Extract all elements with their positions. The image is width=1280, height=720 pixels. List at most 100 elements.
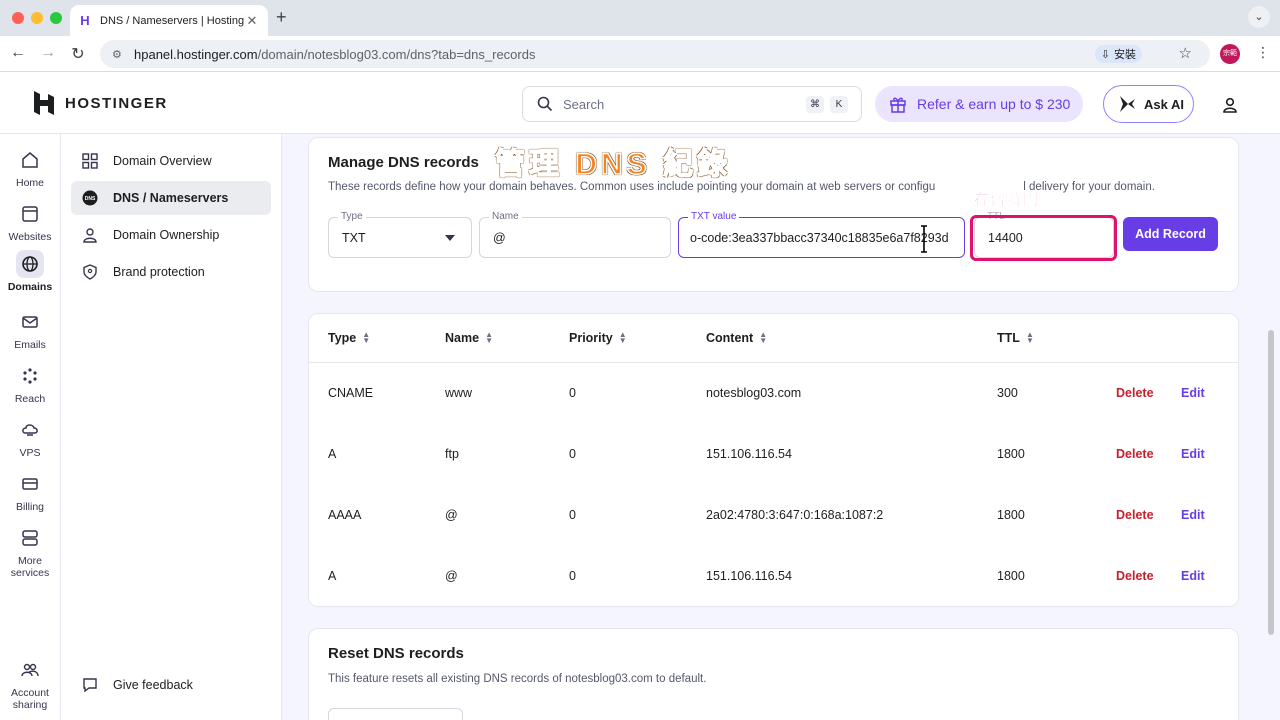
page-scrollbar[interactable] xyxy=(1268,330,1274,635)
logo-text: HOSTINGER xyxy=(65,94,168,112)
search-placeholder: Search xyxy=(563,96,605,112)
sidebar-item-brand-protection[interactable]: Brand protection xyxy=(71,255,271,289)
browser-tab-bar: H DNS / Nameservers | Hostinger ✕ + ⌄ xyxy=(0,0,1280,36)
rail-item-domains[interactable]: Domains xyxy=(0,250,60,293)
edit-record-button[interactable]: Edit xyxy=(1181,447,1205,461)
edit-record-button[interactable]: Edit xyxy=(1181,386,1205,400)
close-tab-icon[interactable]: ✕ xyxy=(244,13,260,29)
reset-dns-button[interactable] xyxy=(328,708,463,720)
sidebar-item-dns-nameservers[interactable]: DNS DNS / Nameservers xyxy=(71,181,271,215)
name-input[interactable]: Name @ xyxy=(479,211,671,258)
refer-earn-button[interactable]: Refer & earn up to $ 230 xyxy=(875,86,1083,122)
domain-sidebar: Domain Overview DNS DNS / Nameservers Do… xyxy=(61,134,282,720)
cell-name: ftp xyxy=(445,447,459,461)
cell-content: 151.106.116.54 xyxy=(706,569,792,583)
sort-icon: ▲ ▼ xyxy=(1025,330,1034,345)
search-icon xyxy=(537,96,553,112)
dns-icon: DNS xyxy=(81,189,99,207)
cell-content: 151.106.116.54 xyxy=(706,447,792,461)
sort-icon: ▲ ▼ xyxy=(485,330,493,345)
tab-search-button[interactable]: ⌄ xyxy=(1248,6,1270,28)
url-host: hpanel.hostinger.com xyxy=(134,46,258,62)
websites-icon xyxy=(16,200,44,228)
rail-item-account-sharing[interactable]: Account sharing xyxy=(0,656,60,711)
url-input[interactable]: ⚙ hpanel.hostinger.com/domain/notesblog0… xyxy=(100,40,1210,68)
ttl-highlight-box xyxy=(970,215,1117,261)
hostinger-logo[interactable]: HOSTINGER xyxy=(33,90,168,116)
annotation-manage-dns: 管理 DNS 紀錄 xyxy=(494,147,732,182)
cell-name: @ xyxy=(445,569,458,583)
back-arrow-icon[interactable]: ← xyxy=(8,44,28,62)
cell-priority: 0 xyxy=(569,386,576,400)
more-services-icon xyxy=(16,524,44,552)
rail-item-billing[interactable]: Billing xyxy=(0,470,60,513)
ask-ai-label: Ask AI xyxy=(1144,96,1184,112)
site-settings-icon[interactable]: ⚙ xyxy=(112,48,124,61)
column-header-type[interactable]: Type ▲ ▼ xyxy=(328,330,371,346)
globe-icon xyxy=(16,250,44,278)
ask-ai-button[interactable]: Ask AI xyxy=(1103,85,1194,123)
account-sharing-icon xyxy=(16,656,44,684)
app-header: HOSTINGER Search ⌘ K Refer & earn up to … xyxy=(0,72,1280,134)
sort-icon: ▲ ▼ xyxy=(362,330,371,345)
rail-item-emails[interactable]: Emails xyxy=(0,308,60,351)
minimize-window-button[interactable] xyxy=(31,12,43,24)
cell-type: CNAME xyxy=(328,386,374,400)
rail-item-more-services[interactable]: More services xyxy=(0,524,60,579)
rail-item-home[interactable]: Home xyxy=(0,146,60,189)
edit-record-button[interactable]: Edit xyxy=(1181,508,1205,522)
cell-content: notesblog03.com xyxy=(706,386,802,400)
header-divider xyxy=(309,362,1238,363)
sidebar-item-domain-overview[interactable]: Domain Overview xyxy=(71,144,271,178)
url-path: /domain/notesblog03.com/dns?tab=dns_reco… xyxy=(257,46,536,62)
forward-arrow-icon[interactable]: → xyxy=(38,44,58,62)
delete-record-button[interactable]: Delete xyxy=(1116,447,1154,461)
type-select[interactable]: Type TXT xyxy=(328,211,472,258)
cell-ttl: 1800 xyxy=(997,569,1025,583)
delete-record-button[interactable]: Delete xyxy=(1116,386,1154,400)
close-window-button[interactable] xyxy=(12,12,24,24)
search-input[interactable]: Search ⌘ K xyxy=(522,86,862,122)
sort-icon: ▲ ▼ xyxy=(759,330,768,345)
hostinger-logo-icon xyxy=(34,91,54,115)
grid-icon xyxy=(81,152,99,170)
feedback-icon xyxy=(81,676,99,694)
browser-menu-icon[interactable]: ⋮ xyxy=(1256,44,1270,61)
give-feedback-button[interactable]: Give feedback xyxy=(71,668,271,702)
rail-item-vps[interactable]: VPS xyxy=(0,416,60,459)
cell-type: A xyxy=(328,569,337,583)
browser-tab[interactable]: H DNS / Nameservers | Hostinger ✕ xyxy=(70,5,268,36)
install-app-button[interactable]: ⇩ 安裝 xyxy=(1094,45,1142,63)
add-record-button[interactable]: Add Record xyxy=(1123,217,1218,251)
rail-item-reach[interactable]: Reach xyxy=(0,362,60,405)
profile-avatar[interactable]: 宗範 xyxy=(1220,44,1240,64)
reload-icon[interactable]: ↻ xyxy=(68,44,88,64)
reset-dns-description: This feature resets all existing DNS rec… xyxy=(328,673,707,685)
chevron-down-icon xyxy=(445,235,455,241)
cell-priority: 0 xyxy=(569,569,576,583)
column-header-content[interactable]: Content ▲ ▼ xyxy=(706,330,768,346)
maximize-window-button[interactable] xyxy=(50,12,62,24)
cell-ttl: 1800 xyxy=(997,447,1025,461)
cell-name: www xyxy=(445,386,473,400)
search-shortcut-cmd: ⌘ xyxy=(806,96,824,113)
cell-priority: 0 xyxy=(569,508,576,522)
mail-icon xyxy=(16,308,44,336)
column-header-name[interactable]: Name ▲ ▼ xyxy=(445,330,493,346)
bookmark-star-icon[interactable]: ☆ xyxy=(1179,44,1192,62)
install-icon: ⇩ xyxy=(1100,48,1110,61)
delete-record-button[interactable]: Delete xyxy=(1116,508,1154,522)
delete-record-button[interactable]: Delete xyxy=(1116,569,1154,583)
column-header-priority[interactable]: Priority ▲ ▼ xyxy=(569,330,627,346)
home-icon xyxy=(16,146,44,174)
person-icon xyxy=(81,226,99,244)
rail-item-websites[interactable]: Websites xyxy=(0,200,60,243)
column-header-ttl[interactable]: TTL ▲ ▼ xyxy=(997,330,1034,346)
sidebar-item-domain-ownership[interactable]: Domain Ownership xyxy=(71,218,271,252)
edit-record-button[interactable]: Edit xyxy=(1181,569,1205,583)
primary-nav-rail: Home Websites Domains Emails Reach VPS B… xyxy=(0,134,61,720)
cell-ttl: 1800 xyxy=(997,508,1025,522)
user-account-icon[interactable] xyxy=(1221,96,1239,114)
sort-icon: ▲ ▼ xyxy=(618,330,627,345)
new-tab-button[interactable]: + xyxy=(276,7,287,28)
